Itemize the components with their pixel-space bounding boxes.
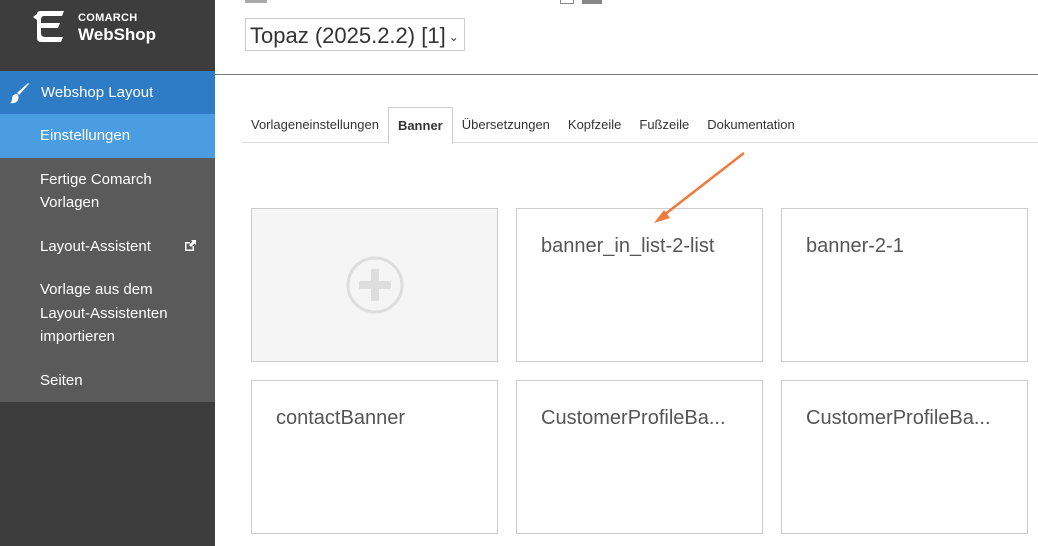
template-select[interactable]: Topaz (2025.2.2) [1] ⌄ (245, 18, 465, 51)
sidebar-item-fertige-vorlagen[interactable]: Fertige Comarch Vorlagen (0, 158, 215, 225)
sidebar-item-label: Einstellungen (40, 127, 131, 144)
sidebar-item-label: Fertige Comarch Vorlagen (40, 170, 152, 212)
tab-vorlageneinstellungen[interactable]: Vorlageneinstellungen (242, 107, 388, 143)
banner-title: contactBanner (276, 407, 405, 429)
logo[interactable]: COMARCH WebShop (0, 0, 215, 71)
tab-dokumentation[interactable]: Dokumentation (698, 107, 803, 143)
copy-icon[interactable] (560, 0, 574, 4)
breadcrumb (245, 0, 602, 4)
banner-card[interactable]: CustomerProfileBa... (781, 380, 1028, 534)
logo-product: WebShop (78, 25, 157, 44)
banner-title: CustomerProfileBa... (806, 407, 991, 429)
banner-card[interactable]: contactBanner (251, 380, 498, 534)
banner-card[interactable]: banner-2-1 (781, 208, 1028, 362)
preview-icon[interactable] (582, 0, 602, 4)
logo-brand: COMARCH (78, 12, 138, 24)
banner-title: CustomerProfileBa... (541, 407, 726, 429)
sidebar-item-vorlage-importieren[interactable]: Vorlage aus dem Layout-Assistenten impor… (0, 268, 215, 359)
chevron-down-icon: ⌄ (448, 29, 459, 44)
sidebar-item-label: Layout-Assistent (40, 237, 151, 255)
sidebar: COMARCH WebShop Webshop Layout Einstellu… (0, 0, 215, 546)
sidebar-item-layout-assistent[interactable]: Layout-Assistent (0, 225, 215, 269)
banner-card[interactable]: CustomerProfileBa... (516, 380, 763, 534)
menu-icon[interactable] (245, 0, 267, 3)
sidebar-item-einstellungen[interactable]: Einstellungen (0, 114, 215, 158)
paintbrush-icon (10, 82, 29, 103)
header: Topaz (2025.2.2) [1] ⌄ (215, 0, 1038, 75)
tab-kopfzeile[interactable]: Kopfzeile (559, 107, 630, 143)
comarch-logo-icon (33, 11, 64, 42)
template-select-value: Topaz (2025.2.2) [1] (250, 22, 446, 48)
tab-uebersetzungen[interactable]: Übersetzungen (453, 107, 559, 143)
sidebar-section-label: Webshop Layout (41, 84, 154, 101)
tab-bar: Vorlageneinstellungen Banner Übersetzung… (242, 107, 1038, 144)
sidebar-item-label: Vorlage aus dem Layout-Assistenten impor… (40, 281, 168, 345)
sidebar-item-label: Seiten (40, 371, 83, 389)
plus-circle-icon (346, 256, 403, 314)
banner-card[interactable]: banner_in_list-2-list (516, 208, 763, 362)
tab-banner[interactable]: Banner (387, 107, 453, 144)
banner-title: banner-2-1 (806, 235, 904, 257)
external-link-icon (185, 239, 196, 251)
sidebar-item-seiten[interactable]: Seiten (0, 359, 215, 403)
sidebar-section-webshop-layout[interactable]: Webshop Layout (0, 71, 215, 114)
add-banner-button[interactable] (251, 208, 498, 362)
tab-fusszeile[interactable]: Fußzeile (630, 107, 698, 143)
banner-title: banner_in_list-2-list (541, 235, 715, 257)
sidebar-nav: Webshop Layout Einstellungen Fertige Com… (0, 71, 215, 402)
